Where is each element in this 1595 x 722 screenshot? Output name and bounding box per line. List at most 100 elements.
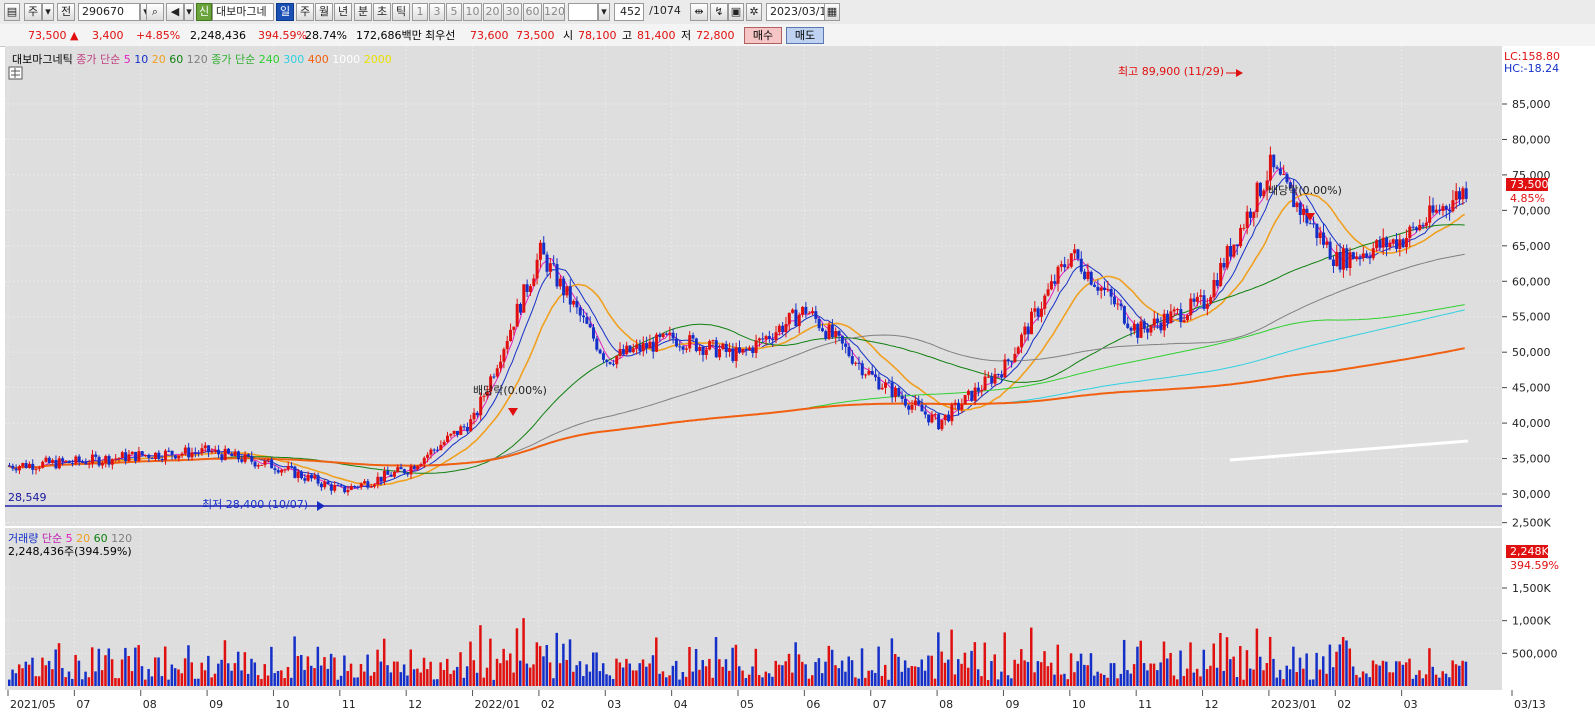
interval-120-button[interactable]: 120 (543, 3, 565, 21)
candle-body (1252, 212, 1256, 218)
candle-body (180, 453, 184, 456)
custom-interval-input[interactable] (568, 3, 598, 21)
volume-bar (628, 663, 631, 686)
market-type-select[interactable]: 주 (24, 3, 42, 21)
candle-body (366, 481, 370, 488)
volume-bar (1119, 673, 1123, 686)
candle-body (578, 307, 582, 316)
candle-body (1345, 248, 1349, 269)
volume-bar (714, 637, 718, 686)
speaker-icon[interactable]: ◀ (166, 3, 184, 21)
sell-button[interactable]: 매도 (786, 27, 824, 44)
price-change: 3,400 (92, 29, 124, 42)
candle-body (293, 466, 297, 478)
legend-ma-300[interactable]: 300 (283, 53, 304, 66)
volume-bar (449, 673, 452, 686)
candle-body (1086, 271, 1090, 280)
legend-ma-2000[interactable]: 2000 (364, 53, 392, 66)
candle-body (1096, 286, 1100, 291)
volume-bar (1235, 677, 1239, 686)
volume-bar (548, 662, 552, 686)
candle-body (990, 376, 994, 384)
candle-body (1461, 188, 1465, 200)
volume-bar (1059, 674, 1063, 686)
period-second-tab[interactable]: 초 (373, 3, 391, 21)
candle-body (270, 459, 274, 469)
volume-bar (130, 671, 134, 686)
volume-bar (884, 664, 887, 686)
legend-ma-240[interactable]: 240 (259, 53, 280, 66)
volume-bar (290, 677, 293, 686)
save-icon[interactable]: ▣ (728, 3, 744, 21)
candle-body (449, 433, 453, 436)
candle-body (844, 343, 848, 347)
window-menu-button[interactable]: ▤ (4, 3, 20, 21)
legend-ma-20[interactable]: 20 (152, 53, 166, 66)
volume-bar (913, 666, 917, 686)
volume-bar (947, 659, 950, 686)
interval-5-button[interactable]: 5 (446, 3, 462, 21)
period-minute-tab[interactable]: 분 (354, 3, 372, 21)
period-month-tab[interactable]: 월 (315, 3, 333, 21)
market-dropdown-arrow-icon[interactable]: ▾ (42, 3, 54, 21)
period-day-tab[interactable]: 일 (276, 3, 294, 21)
interval-3-button[interactable]: 3 (429, 3, 445, 21)
volume-bar (1464, 661, 1468, 686)
stock-name-field[interactable]: 대보마그네 (212, 3, 274, 21)
candle-body (535, 259, 539, 279)
volume-bar (286, 666, 290, 686)
candle-body (764, 336, 768, 340)
candle-body (356, 486, 360, 488)
volume-bar (1408, 658, 1411, 686)
legend-ma-120[interactable]: 120 (187, 53, 208, 66)
buy-button[interactable]: 매수 (744, 27, 782, 44)
volume-bar (684, 676, 688, 686)
interval-dropdown-arrow-icon[interactable]: ▾ (598, 3, 610, 21)
gear-icon[interactable]: ✲ (746, 3, 762, 21)
volume-bar (538, 646, 542, 686)
legend-ma-5[interactable]: 5 (124, 53, 131, 66)
candle-body (31, 463, 35, 470)
period-week-tab[interactable]: 주 (296, 3, 314, 21)
candle-body (1312, 223, 1316, 225)
time-axis-bg (0, 690, 1595, 722)
period-year-tab[interactable]: 년 (334, 3, 352, 21)
period-tick-tab[interactable]: 틱 (392, 3, 410, 21)
legend-ma-60[interactable]: 60 (169, 53, 183, 66)
candle-body (781, 325, 785, 333)
prev-button[interactable]: 전 (57, 3, 75, 21)
calendar-icon[interactable]: ▦ (824, 3, 840, 21)
volume-bar (950, 629, 953, 686)
volume-bar (489, 638, 492, 686)
candle-body (1418, 224, 1422, 231)
interval-1-button[interactable]: 1 (412, 3, 428, 21)
candle-body (993, 374, 997, 384)
volume-bar (379, 661, 383, 686)
interval-10-button[interactable]: 10 (463, 3, 482, 21)
analysis-icon[interactable]: ↯ (710, 3, 728, 21)
interval-30-button[interactable]: 30 (503, 3, 522, 21)
scroll-icon[interactable]: ⇹ (690, 3, 708, 21)
speaker-dropdown-arrow-icon[interactable]: ▾ (184, 3, 194, 21)
display-count-input[interactable]: 452 (614, 3, 644, 21)
candle-body (784, 324, 788, 333)
legend-ma-10[interactable]: 10 (134, 53, 148, 66)
volume-bar (568, 639, 572, 686)
interval-60-button[interactable]: 60 (523, 3, 542, 21)
candle-body (227, 448, 230, 454)
time-axis-label: 03 (1404, 698, 1418, 711)
legend-ma-400[interactable]: 400 (308, 53, 329, 66)
stock-chart[interactable]: 28,549 최저 28,400 (10/07) 최고 89,900 (11/2… (0, 46, 1595, 722)
legend-ma-1000[interactable]: 1000 (332, 53, 360, 66)
stock-code-input[interactable]: 290670 (78, 3, 140, 21)
candle-body (913, 400, 917, 405)
candle-body (499, 361, 503, 369)
magnifier-icon[interactable]: ⌕ (146, 3, 164, 21)
volume-bar (17, 664, 21, 686)
volume-bar (595, 652, 598, 686)
interval-20-button[interactable]: 20 (483, 3, 502, 21)
candle-body (1109, 289, 1113, 297)
volume-bar (1265, 663, 1269, 686)
candle-body (1391, 239, 1395, 244)
candle-body (751, 347, 755, 353)
